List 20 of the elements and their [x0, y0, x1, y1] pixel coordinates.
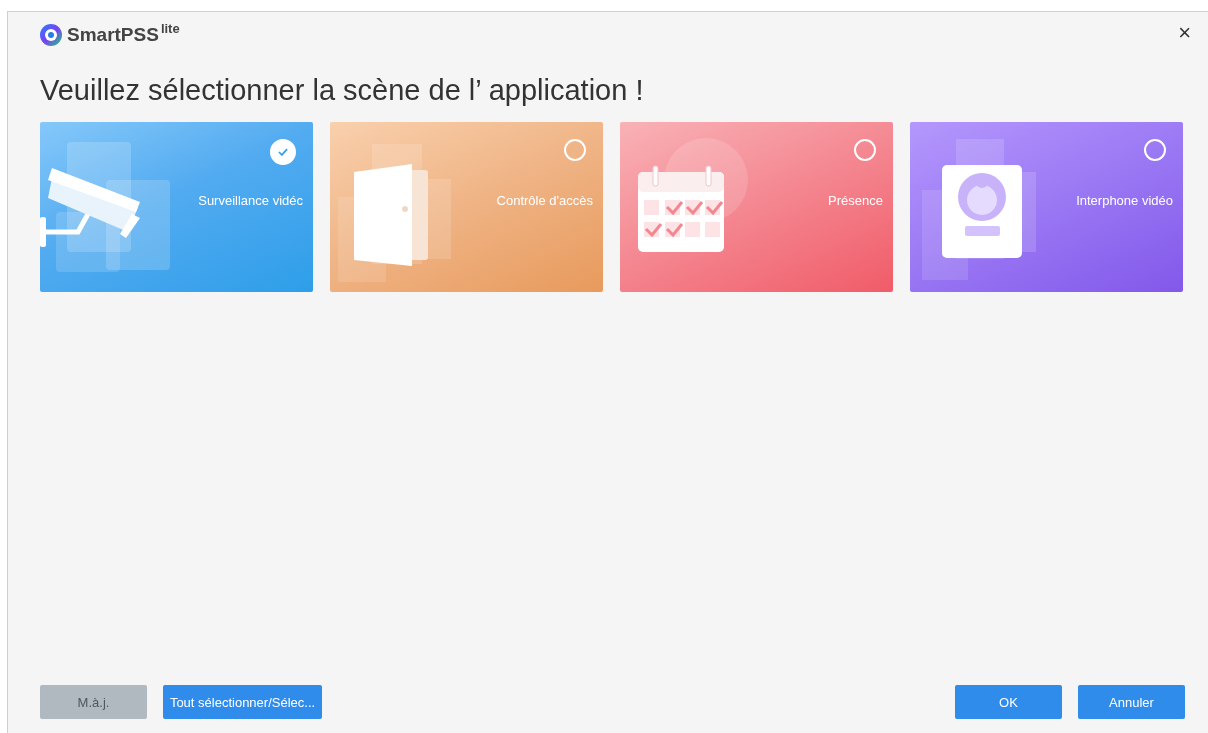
selection-indicator[interactable] — [270, 139, 296, 165]
logo-icon — [40, 24, 62, 46]
scene-card[interactable]: Surveillance vidéc — [40, 122, 313, 292]
selection-indicator[interactable] — [564, 139, 586, 161]
scene-label: Contrôle d'accès — [496, 193, 593, 208]
scene-card[interactable]: Contrôle d'accès — [330, 122, 603, 292]
footer-button[interactable]: Annuler — [1078, 685, 1185, 719]
scene-card[interactable]: Interphone vidéo — [910, 122, 1183, 292]
scene-label: Interphone vidéo — [1076, 193, 1173, 208]
app-edition: lite — [160, 21, 180, 36]
scene-card[interactable]: Présence — [620, 122, 893, 292]
close-button[interactable]: × — [1176, 24, 1193, 42]
selection-indicator[interactable] — [854, 139, 876, 161]
selection-indicator[interactable] — [1144, 139, 1166, 161]
scene-label: Surveillance vidéc — [198, 193, 303, 208]
footer-button[interactable]: OK — [955, 685, 1062, 719]
scene-label: Présence — [828, 193, 883, 208]
app-name: SmartPSS — [67, 24, 159, 46]
footer-button[interactable]: Tout sélectionner/Sélec... — [163, 685, 322, 719]
page-heading: Veuillez sélectionner la scène de l’ application ! — [40, 74, 645, 108]
